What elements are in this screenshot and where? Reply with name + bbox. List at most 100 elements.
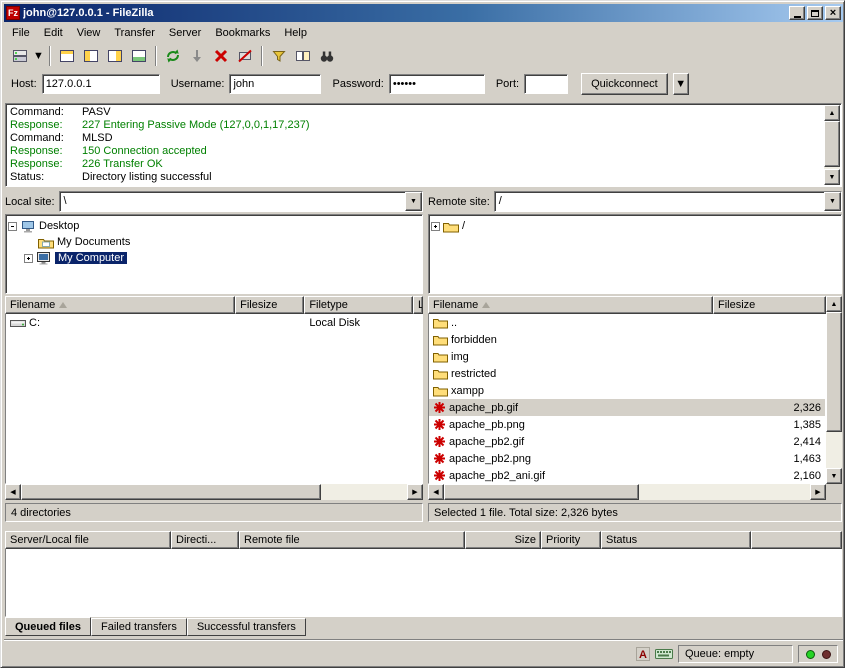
file-row[interactable]: apache_pb.png 1,385 (429, 416, 825, 433)
column-header-filename[interactable]: Filename (5, 296, 235, 314)
quickconnect-button[interactable]: Quickconnect (581, 73, 668, 95)
quickconnect-dropdown-button[interactable]: ▼ (673, 73, 689, 95)
scroll-thumb[interactable] (21, 484, 321, 500)
column-header-filesize[interactable]: Filesize (235, 296, 304, 314)
file-size (714, 382, 825, 399)
tab-failed-transfers[interactable]: Failed transfers (91, 618, 187, 636)
my-documents-folder-icon (38, 236, 54, 249)
tree-item-label: / (462, 220, 465, 232)
close-button[interactable]: × (825, 6, 841, 20)
compare-icon (295, 48, 311, 64)
title-bar[interactable]: Fz john@127.0.0.1 - FileZilla × (4, 4, 843, 22)
filter-button[interactable] (267, 45, 291, 67)
scroll-up-button[interactable]: ▲ (824, 105, 840, 121)
process-queue-button[interactable] (185, 45, 209, 67)
transfer-queue-list[interactable] (5, 549, 842, 617)
column-label: L (418, 299, 423, 311)
disconnect-button[interactable] (233, 45, 257, 67)
menu-help[interactable]: Help (277, 25, 314, 41)
column-header-direction[interactable]: Directi... (171, 531, 239, 549)
column-header-status[interactable]: Status (601, 531, 751, 549)
tree-item-desktop[interactable]: Desktop (8, 218, 420, 234)
remote-site-combobox[interactable]: / ▼ (494, 191, 842, 212)
site-manager-button[interactable] (8, 45, 32, 67)
scroll-right-button[interactable]: ▶ (810, 484, 826, 500)
refresh-button[interactable] (161, 45, 185, 67)
tree-item-my-documents[interactable]: My Documents (8, 234, 420, 250)
find-files-button[interactable] (315, 45, 339, 67)
scroll-down-button[interactable]: ▼ (826, 468, 842, 484)
scroll-thumb[interactable] (824, 121, 840, 167)
file-row[interactable]: C: Local Disk (6, 314, 422, 331)
file-row[interactable]: apache_pb2.gif 2,414 (429, 433, 825, 450)
username-input[interactable] (229, 74, 321, 94)
column-header-filetype[interactable]: Filetype (304, 296, 413, 314)
column-header-filesize[interactable]: Filesize (713, 296, 826, 314)
scroll-thumb[interactable] (826, 312, 842, 432)
scroll-left-button[interactable]: ◀ (428, 484, 444, 500)
tree-item-my-computer[interactable]: My Computer (8, 250, 420, 266)
collapse-expander[interactable] (8, 222, 17, 231)
file-row[interactable]: apache_pb2_ani.gif 2,160 (429, 467, 825, 484)
scroll-up-button[interactable]: ▲ (826, 296, 842, 312)
message-log[interactable]: Command:PASV Response:227 Entering Passi… (5, 103, 842, 187)
menu-server[interactable]: Server (162, 25, 208, 41)
expand-expander[interactable] (431, 222, 440, 231)
scroll-down-button[interactable]: ▼ (824, 169, 840, 185)
column-header-server-local-file[interactable]: Server/Local file (5, 531, 171, 549)
datatype-indicator-icon[interactable]: A (636, 647, 650, 661)
menu-edit[interactable]: Edit (37, 25, 70, 41)
password-input[interactable] (389, 74, 485, 94)
remote-tree-toggle-icon (107, 48, 123, 64)
chevron-down-icon[interactable]: ▼ (405, 192, 422, 211)
directory-comparison-button[interactable] (291, 45, 315, 67)
quickconnect-button-label: Quickconnect (591, 78, 658, 90)
scroll-left-button[interactable]: ◀ (5, 484, 21, 500)
remote-list-hscrollbar[interactable]: ◀ ▶ (428, 484, 826, 500)
toggle-log-button[interactable] (55, 45, 79, 67)
port-input[interactable] (524, 74, 568, 94)
file-row[interactable]: img (429, 348, 825, 365)
menu-bar: File Edit View Transfer Server Bookmarks… (4, 22, 843, 43)
file-row[interactable]: forbidden (429, 331, 825, 348)
tab-successful-transfers[interactable]: Successful transfers (187, 618, 306, 636)
log-label: Response: (6, 158, 82, 171)
local-file-list: C: Local Disk (5, 314, 423, 484)
toggle-local-tree-button[interactable] (79, 45, 103, 67)
column-header-size[interactable]: Size (465, 531, 541, 549)
scroll-thumb[interactable] (444, 484, 639, 500)
file-row[interactable]: .. (429, 314, 825, 331)
column-label: Filename (10, 299, 55, 311)
menu-view[interactable]: View (70, 25, 108, 41)
expand-expander[interactable] (24, 254, 33, 263)
speedlimit-indicator-icon[interactable] (655, 648, 673, 660)
menu-file[interactable]: File (5, 25, 37, 41)
remote-site-label: Remote site: (428, 196, 490, 208)
tab-queued-files[interactable]: Queued files (5, 617, 91, 636)
column-header-lastmodified[interactable]: L (413, 296, 423, 314)
column-header-remote-file[interactable]: Remote file (239, 531, 465, 549)
host-input[interactable] (42, 74, 160, 94)
file-row[interactable]: apache_pb2.png 1,463 (429, 450, 825, 467)
file-row[interactable]: xampp (429, 382, 825, 399)
menu-bookmarks[interactable]: Bookmarks (208, 25, 277, 41)
local-site-combobox[interactable]: \ ▼ (59, 191, 423, 212)
column-header-filename[interactable]: Filename (428, 296, 713, 314)
chevron-down-icon[interactable]: ▼ (824, 192, 841, 211)
column-header-priority[interactable]: Priority (541, 531, 601, 549)
menu-transfer[interactable]: Transfer (107, 25, 162, 41)
receive-activity-led (806, 650, 815, 659)
file-row[interactable]: restricted (429, 365, 825, 382)
toggle-remote-tree-button[interactable] (103, 45, 127, 67)
cancel-button[interactable] (209, 45, 233, 67)
file-row-selected[interactable]: apache_pb.gif 2,326 (429, 399, 825, 416)
local-list-hscrollbar[interactable]: ◀ ▶ (5, 484, 423, 500)
minimize-button[interactable] (789, 6, 805, 20)
remote-list-vscrollbar[interactable]: ▲ ▼ (826, 296, 842, 484)
maximize-button[interactable] (807, 6, 823, 20)
log-scrollbar[interactable]: ▲ ▼ (824, 105, 840, 185)
scroll-right-button[interactable]: ▶ (407, 484, 423, 500)
toggle-queue-button[interactable] (127, 45, 151, 67)
tree-item-root[interactable]: / (431, 218, 839, 234)
site-manager-dropdown-button[interactable]: ▼ (32, 45, 45, 67)
